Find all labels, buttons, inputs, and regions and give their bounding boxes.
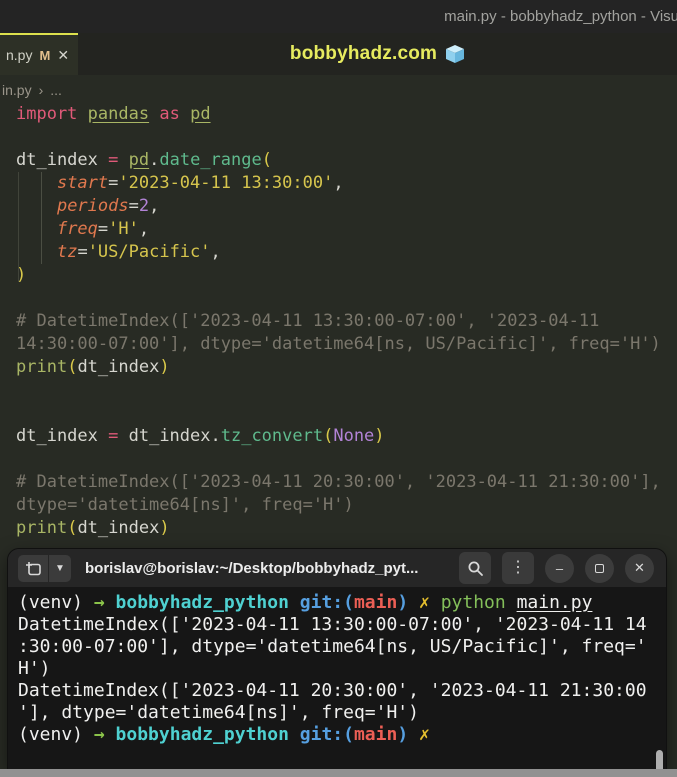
term-line: DatetimeIndex(['2023-04-11 13:30:00-07:0… xyxy=(18,614,647,635)
terminal-output[interactable]: (venv) → bobbyhadz_python git:(main) ✗ p… xyxy=(8,587,666,769)
terminal-window: ▼ borislav@borislav:~/Desktop/bobbyhadz_… xyxy=(8,549,666,769)
indent-guide xyxy=(18,172,19,282)
search-icon xyxy=(468,561,483,576)
code-line: # DatetimeIndex(['2023-04-11 20:30:00', … xyxy=(16,472,661,492)
tab-close-icon[interactable]: ✕ xyxy=(57,47,69,64)
code-line: print(dt_index) xyxy=(16,518,170,538)
term-line: DatetimeIndex(['2023-04-11 20:30:00', '2… xyxy=(18,680,647,701)
term-line: '], dtype='datetime64[ns]', freq='H') xyxy=(18,702,419,723)
tab-main-py[interactable]: n.py M ✕ xyxy=(0,33,78,75)
window-titlebar: main.py - bobbyhadz_python - Visu xyxy=(0,0,677,33)
code-line: dt_index = dt_index.tz_convert(None) xyxy=(16,426,385,446)
terminal-title: borislav@borislav:~/Desktop/bobbyhadz_py… xyxy=(85,559,419,577)
term-line: :30:00-07:00'], dtype='datetime64[ns, US… xyxy=(18,636,647,657)
indent-guide xyxy=(41,172,42,264)
modified-badge: M xyxy=(39,47,51,63)
code-line: tz='US/Pacific', xyxy=(56,242,221,262)
code-line: periods=2, xyxy=(56,196,160,216)
terminal-scrollbar-thumb[interactable] xyxy=(656,750,663,769)
code-line: # DatetimeIndex(['2023-04-11 13:30:00-07… xyxy=(16,311,600,331)
maximize-icon xyxy=(595,563,604,573)
breadcrumb-separator-icon: › xyxy=(38,82,44,98)
terminal-titlebar: ▼ borislav@borislav:~/Desktop/bobbyhadz_… xyxy=(8,549,666,587)
code-editor[interactable]: import pandas as pd dt_index = pd.date_ra… xyxy=(16,103,676,540)
chevron-down-icon: ▼ xyxy=(55,562,65,574)
tab-label: n.py xyxy=(6,47,33,63)
term-line: (venv) → bobbyhadz_python git:(main) ✗ xyxy=(18,724,430,745)
code-line: start='2023-04-11 13:30:00', xyxy=(56,173,344,193)
code-line: dtype='datetime64[ns]', freq='H') xyxy=(16,495,354,515)
watermark-banner: bobbyhadz.com xyxy=(78,33,677,75)
menu-button[interactable]: ⋮ xyxy=(502,552,534,584)
code-line: freq='H', xyxy=(56,219,150,239)
code-line: dt_index = pd.date_range( xyxy=(16,150,272,170)
minimize-icon: – xyxy=(555,560,564,576)
term-line: H') xyxy=(18,658,51,679)
banner-text: bobbyhadz.com xyxy=(289,43,438,64)
close-button[interactable]: ✕ xyxy=(625,553,654,583)
new-tab-button[interactable] xyxy=(18,554,48,582)
breadcrumb-file[interactable]: in.py xyxy=(2,82,32,98)
close-icon: ✕ xyxy=(634,560,645,575)
ice-cube-icon xyxy=(446,45,465,63)
tab-dropdown-button[interactable]: ▼ xyxy=(49,554,71,582)
code-line: ) xyxy=(16,265,27,285)
editor-tab-bar: n.py M ✕ bobbyhadz.com xyxy=(0,33,677,75)
new-tab-icon xyxy=(26,561,41,575)
breadcrumb[interactable]: in.py › ... xyxy=(2,78,62,102)
minimize-button[interactable]: – xyxy=(545,553,574,583)
code-line: print(dt_index) xyxy=(16,357,170,377)
term-line: (venv) → bobbyhadz_python git:(main) ✗ p… xyxy=(18,592,593,613)
window-bottom-edge xyxy=(0,769,677,777)
window-title: main.py - bobbyhadz_python - Visu xyxy=(444,8,677,25)
breadcrumb-more[interactable]: ... xyxy=(50,82,62,98)
code-line: 14:30:00-07:00'], dtype='datetime64[ns, … xyxy=(16,334,661,354)
kebab-menu-icon: ⋮ xyxy=(510,559,526,576)
search-button[interactable] xyxy=(459,552,491,584)
code-line: import pandas as pd xyxy=(16,104,211,124)
maximize-button[interactable] xyxy=(585,553,614,583)
